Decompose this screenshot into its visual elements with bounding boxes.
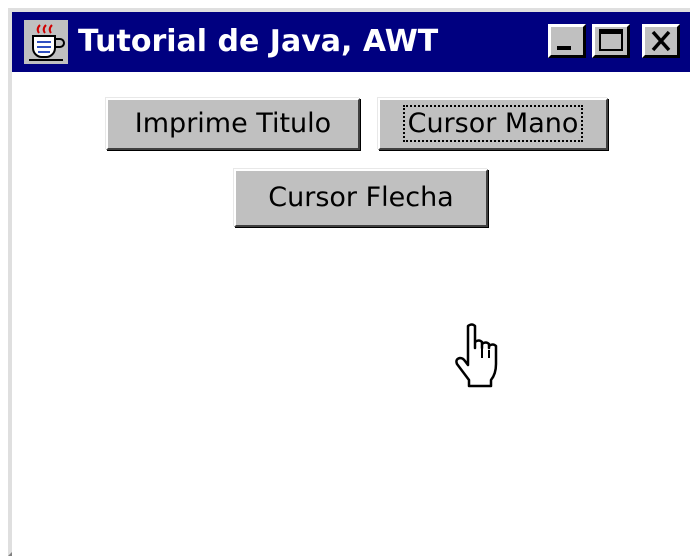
hand-cursor-button[interactable]: Cursor Mano [378, 98, 608, 150]
application-window: Tutorial de Java, AWT Imprime Titulo Cur… [8, 8, 690, 556]
title-bar[interactable]: Tutorial de Java, AWT [12, 12, 690, 72]
close-icon [651, 30, 671, 52]
maximize-icon [599, 29, 623, 51]
maximize-button[interactable] [592, 24, 630, 58]
print-title-button-label: Imprime Titulo [134, 108, 332, 139]
hand-pointer-cursor-icon [455, 323, 498, 388]
hand-cursor-button-label: Cursor Mano [402, 105, 584, 142]
minimize-button[interactable] [548, 24, 586, 58]
minimize-icon [557, 46, 571, 50]
close-button[interactable] [642, 24, 680, 58]
arrow-cursor-button-label: Cursor Flecha [268, 182, 454, 213]
window-title: Tutorial de Java, AWT [78, 24, 439, 59]
print-title-button[interactable]: Imprime Titulo [106, 98, 360, 150]
java-coffee-cup-icon[interactable] [24, 20, 68, 64]
client-area: Imprime Titulo Cursor Mano Cursor Flecha [12, 72, 690, 556]
arrow-cursor-button[interactable]: Cursor Flecha [234, 169, 488, 227]
